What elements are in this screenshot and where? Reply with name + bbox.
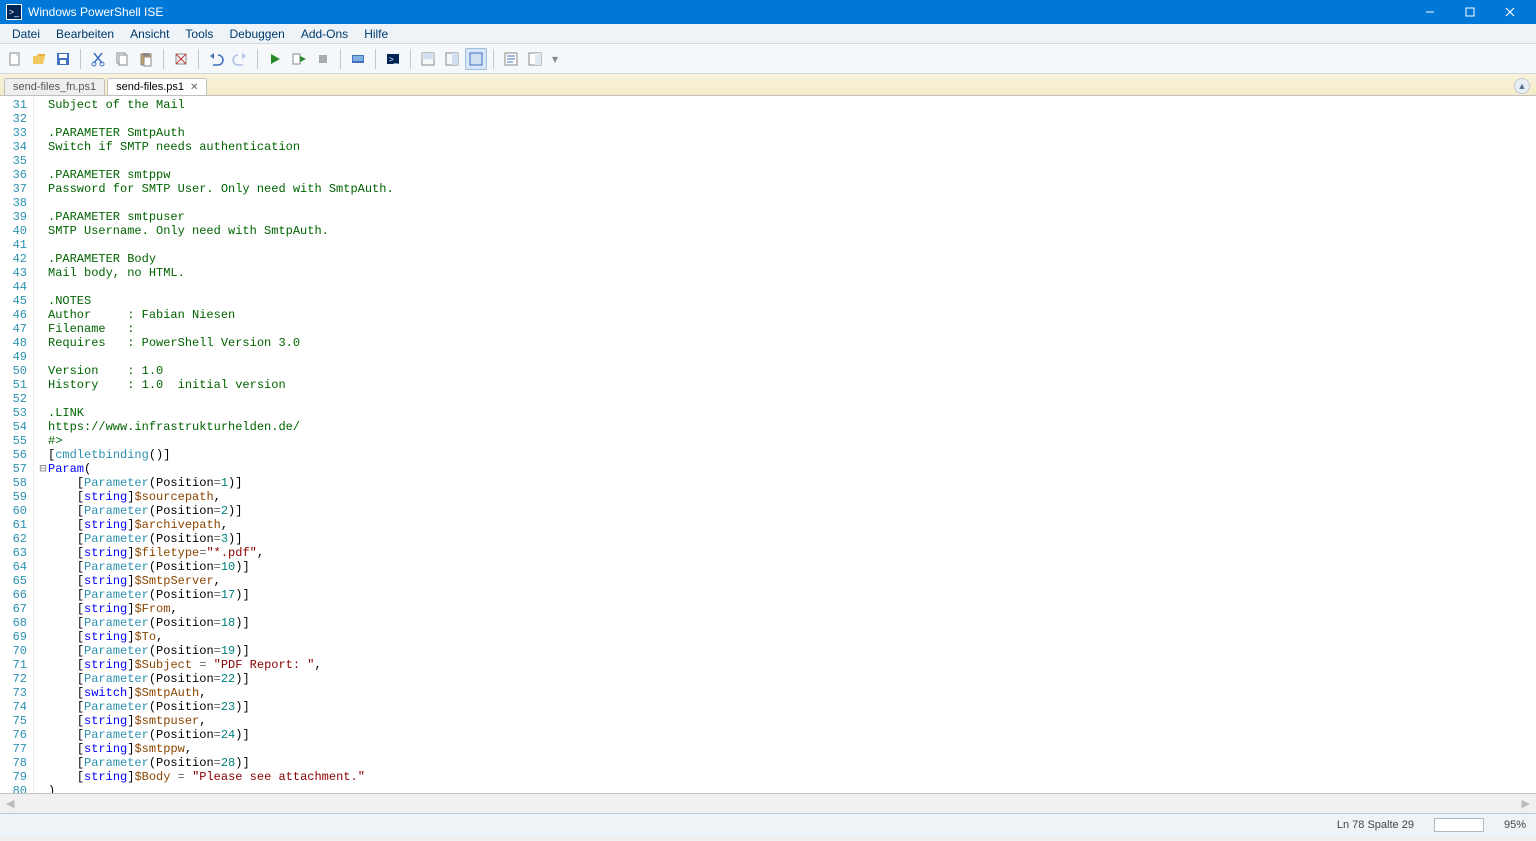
- collapse-script-pane-button[interactable]: ▲: [1514, 78, 1530, 94]
- maximize-button[interactable]: [1450, 0, 1490, 24]
- chevron-right-icon: ▶: [1522, 797, 1530, 810]
- svg-text:>_: >_: [389, 55, 399, 64]
- menu-debuggen[interactable]: Debuggen: [221, 25, 292, 43]
- toolbar-separator: [198, 49, 199, 69]
- line-number-gutter: 3132333435363738394041424344454647484950…: [0, 96, 34, 793]
- menu-hilfe[interactable]: Hilfe: [356, 25, 396, 43]
- status-bar: Ln 78 Spalte 29 95%: [0, 813, 1536, 835]
- toolbar-separator: [340, 49, 341, 69]
- new-button[interactable]: [4, 48, 26, 70]
- new-remote-button[interactable]: [347, 48, 369, 70]
- toolbar-separator: [257, 49, 258, 69]
- menu-tools[interactable]: Tools: [177, 25, 221, 43]
- copy-button[interactable]: [111, 48, 133, 70]
- window-title: Windows PowerShell ISE: [28, 5, 1410, 19]
- tab-send-files[interactable]: send-files.ps1 ✕: [107, 78, 207, 95]
- chevron-left-icon: ◀: [6, 797, 14, 810]
- menu-ansicht[interactable]: Ansicht: [122, 25, 177, 43]
- code-editor[interactable]: 3132333435363738394041424344454647484950…: [0, 96, 1536, 793]
- stop-button[interactable]: [312, 48, 334, 70]
- title-bar: >_ Windows PowerShell ISE: [0, 0, 1536, 24]
- menu-bearbeiten[interactable]: Bearbeiten: [48, 25, 122, 43]
- paste-button[interactable]: [135, 48, 157, 70]
- tab-label: send-files.ps1: [116, 81, 184, 93]
- show-script-button[interactable]: [417, 48, 439, 70]
- menu-addons[interactable]: Add-Ons: [293, 25, 356, 43]
- open-button[interactable]: [28, 48, 50, 70]
- tab-label: send-files_fn.ps1: [13, 81, 96, 93]
- app-icon: >_: [6, 4, 22, 20]
- show-script-max-button[interactable]: [465, 48, 487, 70]
- show-command-addon-button[interactable]: [524, 48, 546, 70]
- save-button[interactable]: [52, 48, 74, 70]
- cursor-position: Ln 78 Spalte 29: [1337, 819, 1414, 831]
- toolbar-separator: [493, 49, 494, 69]
- console-collapsed-bar[interactable]: ◀ ▶: [0, 793, 1536, 813]
- start-powershell-button[interactable]: >_: [382, 48, 404, 70]
- redo-button[interactable]: [229, 48, 251, 70]
- close-button[interactable]: [1490, 0, 1530, 24]
- toolbar-separator: [410, 49, 411, 69]
- menu-bar: Datei Bearbeiten Ansicht Tools Debuggen …: [0, 24, 1536, 44]
- close-icon[interactable]: ✕: [190, 82, 198, 93]
- run-button[interactable]: [264, 48, 286, 70]
- undo-button[interactable]: [205, 48, 227, 70]
- run-selection-button[interactable]: [288, 48, 310, 70]
- code-content[interactable]: Subject of the Mail .PARAMETER SmtpAuth …: [34, 96, 1089, 793]
- toolbar-separator: [163, 49, 164, 69]
- tab-bar: send-files_fn.ps1 send-files.ps1 ✕: [0, 74, 1536, 96]
- toolbar-overflow[interactable]: ▾: [548, 52, 562, 66]
- menu-datei[interactable]: Datei: [4, 25, 48, 43]
- window-controls: [1410, 0, 1530, 24]
- toolbar: >_ ▾: [0, 44, 1536, 74]
- tab-send-files-fn[interactable]: send-files_fn.ps1: [4, 78, 105, 95]
- toolbar-separator: [375, 49, 376, 69]
- toolbar-separator: [80, 49, 81, 69]
- status-box: [1434, 818, 1484, 832]
- show-script-right-button[interactable]: [441, 48, 463, 70]
- minimize-button[interactable]: [1410, 0, 1450, 24]
- zoom-level: 95%: [1504, 819, 1526, 831]
- clear-button[interactable]: [170, 48, 192, 70]
- cut-button[interactable]: [87, 48, 109, 70]
- show-command-button[interactable]: [500, 48, 522, 70]
